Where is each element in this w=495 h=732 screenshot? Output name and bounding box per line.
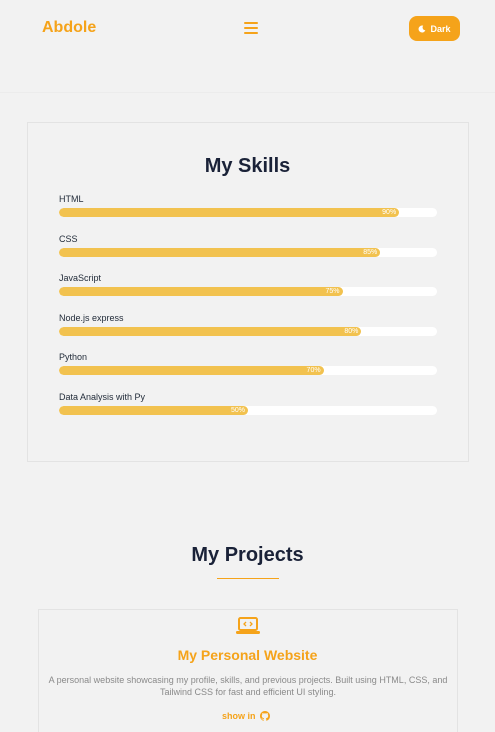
skill-item: Python 70% <box>59 351 437 375</box>
skill-item: JavaScript 75% <box>59 272 437 296</box>
project-description: A personal website showcasing my profile… <box>48 675 448 697</box>
skill-track: 85% <box>59 248 437 257</box>
projects-title-underline <box>217 578 279 579</box>
skill-name: Python <box>59 352 88 362</box>
skill-item: Node.js express 80% <box>59 312 437 336</box>
skill-track: 80% <box>59 327 437 336</box>
skill-track: 75% <box>59 287 437 296</box>
hamburger-line <box>244 27 258 29</box>
theme-toggle-label: Dark <box>430 23 451 34</box>
skill-name: CSS <box>59 234 78 244</box>
skill-percent: 70% <box>306 367 321 374</box>
skill-percent: 80% <box>344 328 359 335</box>
skill-percent: 85% <box>363 249 378 256</box>
navbar: Abdole Dark <box>0 0 495 58</box>
skill-percent: 75% <box>325 288 340 295</box>
skill-name: Node.js express <box>59 313 124 323</box>
skills-title: My Skills <box>204 155 291 177</box>
hamburger-icon[interactable] <box>244 22 258 34</box>
hamburger-line <box>244 32 258 34</box>
skill-track: 70% <box>59 366 437 375</box>
brand-logo[interactable]: Abdole <box>42 19 96 37</box>
skill-name: JavaScript <box>59 273 102 283</box>
skill-name: Data Analysis with Py <box>59 392 146 402</box>
skill-item: CSS 85% <box>59 233 437 257</box>
projects-title: My Projects <box>191 544 304 566</box>
skill-track: 90% <box>59 208 437 217</box>
skill-percent: 90% <box>382 209 397 216</box>
skill-percent: 50% <box>230 407 245 414</box>
github-icon <box>259 711 270 721</box>
skill-name: HTML <box>59 194 84 204</box>
project-title: My Personal Website <box>177 647 318 663</box>
project-github-link[interactable]: show in <box>222 711 270 721</box>
skill-track: 50% <box>59 406 437 415</box>
laptop-code-icon <box>236 617 260 634</box>
skill-item: Data Analysis with Py 50% <box>59 391 437 415</box>
moon-icon <box>419 24 426 33</box>
project-link-label: show in <box>222 711 256 721</box>
section-divider <box>0 92 495 93</box>
hamburger-line <box>244 22 258 24</box>
theme-toggle-button[interactable]: Dark <box>409 16 460 41</box>
skill-item: HTML 90% <box>59 193 437 217</box>
